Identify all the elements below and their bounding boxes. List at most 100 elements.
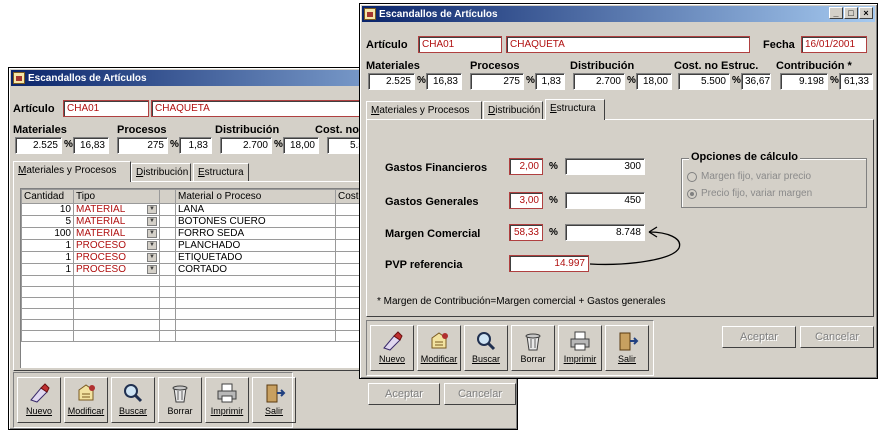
opciones-calculo-title: Opciones de cálculo (689, 151, 800, 163)
costno-pct: 36,67 (741, 73, 771, 90)
back-cancelar-button[interactable]: Cancelar (444, 383, 516, 405)
close-icon[interactable]: × (859, 7, 873, 19)
tab-materiales-procesos[interactable]: Materiales y Procesos (366, 101, 482, 120)
cell-cantidad[interactable]: 5 (21, 215, 74, 228)
radio-selected-icon (687, 188, 697, 199)
percent-sign: % (830, 75, 839, 86)
cell-cantidad[interactable]: 1 (21, 239, 74, 252)
percent-sign: % (549, 227, 558, 238)
borrar-button[interactable]: Borrar (511, 325, 555, 371)
cell-tipo[interactable]: PROCESO ▼ (73, 251, 160, 264)
cell-cantidad[interactable]: 1 (21, 263, 74, 276)
cancelar-button[interactable]: Cancelar (800, 326, 874, 348)
chevron-down-icon[interactable]: ▼ (147, 265, 157, 274)
salir-icon (619, 332, 639, 351)
footnote: * Margen de Contribución=Margen comercia… (377, 296, 666, 307)
cell-tipo[interactable]: PROCESO ▼ (73, 263, 160, 276)
procesos-value: 275 (117, 137, 168, 154)
window-controls: _ □ × (828, 7, 873, 19)
modificar-button[interactable]: Modificar (417, 325, 461, 371)
salir-button[interactable]: Salir (252, 377, 296, 423)
costno-label: Cost. no (315, 124, 359, 136)
col-cantidad[interactable]: Cantidad (21, 189, 74, 204)
fecha-field[interactable]: 16/01/2001 (801, 36, 867, 53)
cell-tipo[interactable]: MATERIAL ▼ (73, 227, 160, 240)
article-label: Artículo (13, 103, 55, 115)
chevron-down-icon[interactable]: ▼ (147, 253, 157, 262)
buscar-button[interactable]: Buscar (464, 325, 508, 371)
cell-cantidad[interactable]: 100 (21, 227, 74, 240)
front-window: Escandallos de Artículos _ □ × Artículo … (359, 3, 878, 379)
cell-tipo[interactable]: MATERIAL ▼ (73, 215, 160, 228)
col-blank (159, 189, 176, 204)
distribucion-pct: 18,00 (636, 73, 672, 90)
percent-sign: % (64, 139, 73, 150)
tab-materiales-procesos[interactable]: Materiales y Procesos (13, 161, 131, 182)
materiales-label: Materiales (366, 60, 420, 72)
aceptar-button[interactable]: Aceptar (722, 326, 796, 348)
article-name-field[interactable]: CHAQUETA (506, 36, 750, 53)
gastos-financieros-pct[interactable]: 2,00 (509, 158, 543, 175)
tab-distribucion[interactable]: Distribución (131, 163, 191, 182)
imprimir-button[interactable]: Imprimir (558, 325, 602, 371)
article-code-field[interactable]: CHA01 (418, 36, 502, 53)
imprimir-button[interactable]: Imprimir (205, 377, 249, 423)
nuevo-icon (383, 331, 403, 351)
cell-material[interactable]: CORTADO (175, 263, 336, 276)
distribucion-pct: 18,00 (283, 137, 319, 154)
cell-material[interactable]: PLANCHADO (175, 239, 336, 252)
gastos-financieros-label: Gastos Financieros (385, 162, 488, 174)
cell-tipo[interactable]: MATERIAL ▼ (73, 203, 160, 216)
tab-estructura[interactable]: Estructura (545, 99, 605, 120)
margen-comercial-label: Margen Comercial (385, 228, 481, 240)
percent-sign: % (526, 75, 535, 86)
gastos-generales-value: 450 (565, 192, 645, 209)
cell-material[interactable]: BOTONES CUERO (175, 215, 336, 228)
cell-cantidad[interactable]: 1 (21, 251, 74, 264)
procesos-label: Procesos (470, 60, 520, 72)
front-window-title: Escandallos de Artículos (379, 8, 498, 20)
nuevo-button[interactable]: Nuevo (17, 377, 61, 423)
cell-tipo[interactable]: PROCESO ▼ (73, 239, 160, 252)
tab-distribucion[interactable]: Distribución (483, 101, 543, 120)
back-aceptar-button[interactable]: Aceptar (368, 383, 440, 405)
borrar-button[interactable]: Borrar (158, 377, 202, 423)
col-tipo[interactable]: Tipo (73, 189, 160, 204)
materiales-pct: 16,83 (73, 137, 109, 154)
article-code-field[interactable]: CHA01 (63, 100, 149, 117)
distribucion-value: 2.700 (573, 73, 625, 90)
cell-blank (159, 263, 176, 276)
back-window-title: Escandallos de Artículos (28, 72, 147, 84)
borrar-icon (525, 333, 541, 351)
nuevo-button[interactable]: Nuevo (370, 325, 414, 371)
chevron-down-icon[interactable]: ▼ (147, 217, 157, 226)
cell-material[interactable]: FORRO SEDA (175, 227, 336, 240)
chevron-down-icon[interactable]: ▼ (147, 229, 157, 238)
buscar-button[interactable]: Buscar (111, 377, 155, 423)
cell-material[interactable]: ETIQUETADO (175, 251, 336, 264)
cell-blank (159, 251, 176, 264)
minimize-icon[interactable]: _ (829, 7, 843, 19)
cell-blank (159, 227, 176, 240)
materiales-value: 2.525 (15, 137, 62, 154)
cell-material[interactable]: LANA (175, 203, 336, 216)
costno-label: Cost. no Estruc. (674, 60, 759, 72)
chevron-down-icon[interactable]: ▼ (147, 205, 157, 214)
margen-comercial-pct[interactable]: 58,33 (509, 224, 543, 241)
cell-cantidad[interactable]: 10 (21, 203, 74, 216)
front-window-titlebar[interactable]: Escandallos de Artículos _ □ × (362, 6, 875, 22)
col-material[interactable]: Material o Proceso (175, 189, 336, 204)
opcion-precio-fijo[interactable]: Precio fijo, variar margen (687, 188, 812, 199)
percent-sign: % (549, 195, 558, 206)
pvp-referencia-value[interactable]: 14.997 (509, 255, 589, 272)
opcion-margen-fijo[interactable]: Margen fijo, variar precio (687, 171, 811, 182)
gastos-generales-pct[interactable]: 3,00 (509, 192, 543, 209)
procesos-value: 275 (470, 73, 524, 90)
salir-button[interactable]: Salir (605, 325, 649, 371)
tab-estructura[interactable]: Estructura (193, 163, 249, 182)
maximize-icon[interactable]: □ (844, 7, 858, 19)
chevron-down-icon[interactable]: ▼ (147, 241, 157, 250)
modificar-icon (431, 332, 448, 349)
imprimir-icon (217, 383, 237, 403)
modificar-button[interactable]: Modificar (64, 377, 108, 423)
